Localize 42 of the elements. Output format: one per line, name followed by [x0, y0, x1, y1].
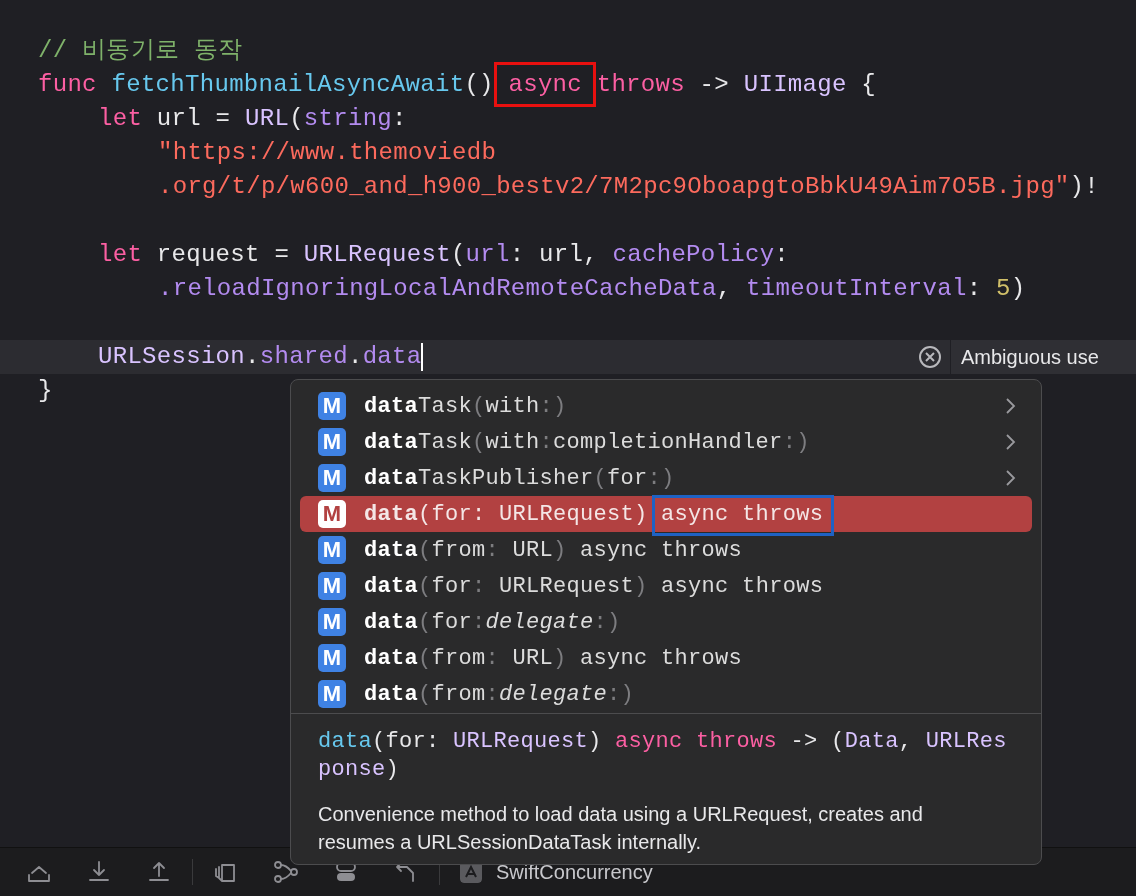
code-line: URLSession.shared.data: [98, 342, 422, 372]
completion-item[interactable]: M data(for:delegate:): [300, 604, 1032, 640]
description-text: Convenience method to load data using a URLRequest, creates and resumes a URLSessionDataTask internally.: [318, 802, 924, 855]
completion-item[interactable]: M dataTask(with:completionHandler:): [300, 424, 1032, 460]
method-icon: M: [318, 500, 346, 528]
method-icon: M: [318, 572, 346, 600]
completion-item[interactable]: M data(from: URL) async throws: [300, 640, 1032, 676]
completion-item[interactable]: M dataTaskPublisher(for:): [300, 460, 1032, 496]
completion-text: dataTaskPublisher(for:): [364, 465, 675, 491]
completion-item[interactable]: M data(for: URLRequest) async throws: [300, 568, 1032, 604]
method-icon: M: [318, 464, 346, 492]
code-line: func fetchThumbnailAsyncAwait() async throws -> UIImage {: [38, 70, 877, 100]
completion-item[interactable]: M data(from: URL) async throws: [300, 532, 1032, 568]
error-icon[interactable]: [918, 345, 942, 369]
completion-text: data(from: URL) async throws: [364, 645, 743, 671]
completion-text: data(for: URLRequest) async throws: [364, 501, 824, 527]
code-line: "https://www.themoviedb: [158, 138, 497, 168]
code-line: .reloadIgnoringLocalAndRemoteCacheData, timeoutInterval: 5): [158, 274, 1026, 304]
signature-text: data(for: URLRequest) async throws -> (Data, URLResponse): [318, 728, 1008, 784]
code-line: // 비동기로 동작: [38, 36, 243, 66]
method-icon: M: [318, 680, 346, 708]
method-icon: M: [318, 608, 346, 636]
code-line: let url = URL(string:: [98, 104, 407, 134]
completion-item[interactable]: M data(for: URLRequest) async throws: [300, 496, 1032, 532]
method-icon: M: [318, 392, 346, 420]
method-icon: M: [318, 536, 346, 564]
completion-text: data(from: URL) async throws: [364, 537, 743, 563]
completion-item[interactable]: M data(from:delegate:): [300, 676, 1032, 712]
scheme-name[interactable]: SwiftConcurrency: [496, 860, 653, 884]
completion-text: dataTask(with:completionHandler:): [364, 429, 810, 455]
text-cursor: [421, 343, 424, 371]
completion-text: data(for: URLRequest) async throws: [364, 573, 824, 599]
method-icon: M: [318, 428, 346, 456]
completion-text: data(for:delegate:): [364, 609, 621, 635]
method-icon: M: [318, 644, 346, 672]
code-line: }: [38, 376, 53, 406]
completion-text: data(from:delegate:): [364, 681, 635, 707]
completion-item[interactable]: M dataTask(with:): [300, 388, 1032, 424]
code-line: let request = URLRequest(url: url, cachePolicy:: [98, 240, 790, 270]
completion-text: dataTask(with:): [364, 393, 567, 419]
branch-icon[interactable]: [273, 859, 299, 885]
code-line: .org/t/p/w600_and_h900_bestv2/7M2pc9OboapgtoBbkU49Aim7O5B.jpg")!: [158, 172, 1099, 202]
